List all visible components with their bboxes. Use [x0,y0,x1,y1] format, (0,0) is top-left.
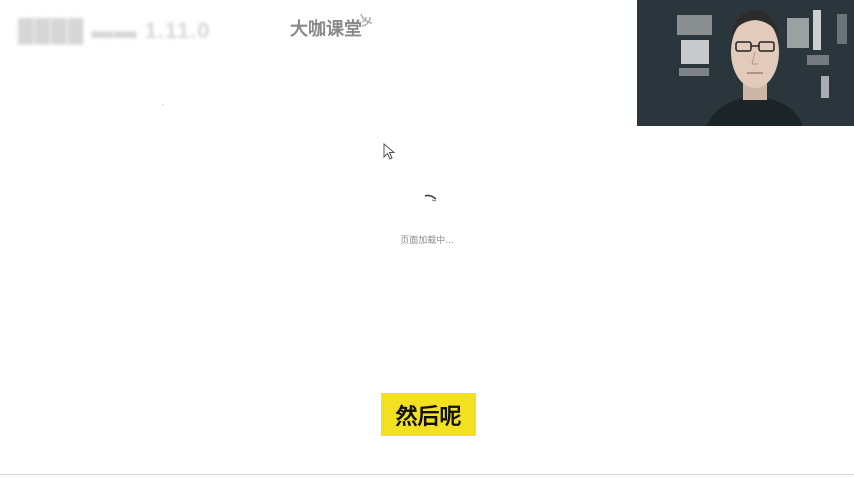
loading-message: 页面加载中... [0,233,854,246]
webcam-overlay [637,0,854,126]
presenter-video-icon [637,0,854,126]
loading-text: 页面加载中... [400,236,454,246]
bottom-divider [0,474,854,475]
dust-speck [162,104,164,106]
caption-text: 然后呢 [395,404,462,430]
caption-subtitle: 然后呢 [381,393,476,436]
blurred-version-label: ████ ▬▬ 1.11.0 [18,18,211,43]
signal-waves-icon [360,13,373,27]
mouse-pointer-icon [383,143,396,160]
logo-text: 大咖课堂 [290,19,362,40]
spinner-icon [424,194,437,202]
